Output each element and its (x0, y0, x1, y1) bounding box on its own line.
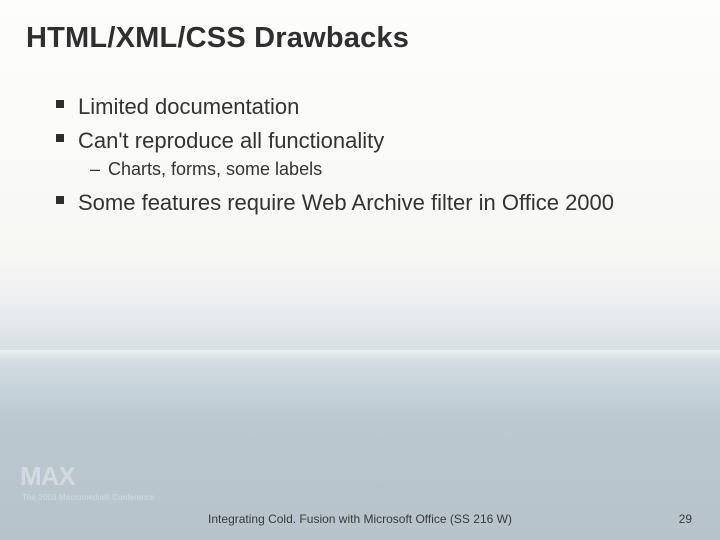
square-bullet-icon (56, 100, 64, 108)
max-logo: MAX (20, 461, 75, 492)
bullet-text: Can't reproduce all functionality (78, 126, 384, 156)
bullet-item: Can't reproduce all functionality (56, 126, 680, 156)
bullet-text: Limited documentation (78, 92, 299, 122)
square-bullet-icon (56, 134, 64, 142)
bullet-item: Some features require Web Archive filter… (56, 188, 680, 218)
dash-bullet-icon: – (90, 159, 100, 180)
footer-title: Integrating Cold. Fusion with Microsoft … (0, 512, 720, 526)
slide-content: Limited documentation Can't reproduce al… (56, 92, 680, 222)
logo-tagline: The 2003 Macromedia® Conference (22, 493, 155, 502)
slide-title: HTML/XML/CSS Drawbacks (26, 22, 409, 55)
horizon-decoration (0, 350, 720, 362)
bullet-item: Limited documentation (56, 92, 680, 122)
sub-bullet-item: – Charts, forms, some labels (90, 159, 680, 180)
logo-text: MAX (20, 461, 75, 492)
sub-bullet-text: Charts, forms, some labels (108, 159, 322, 180)
page-number: 29 (679, 512, 692, 526)
square-bullet-icon (56, 196, 64, 204)
bullet-text: Some features require Web Archive filter… (78, 188, 614, 218)
